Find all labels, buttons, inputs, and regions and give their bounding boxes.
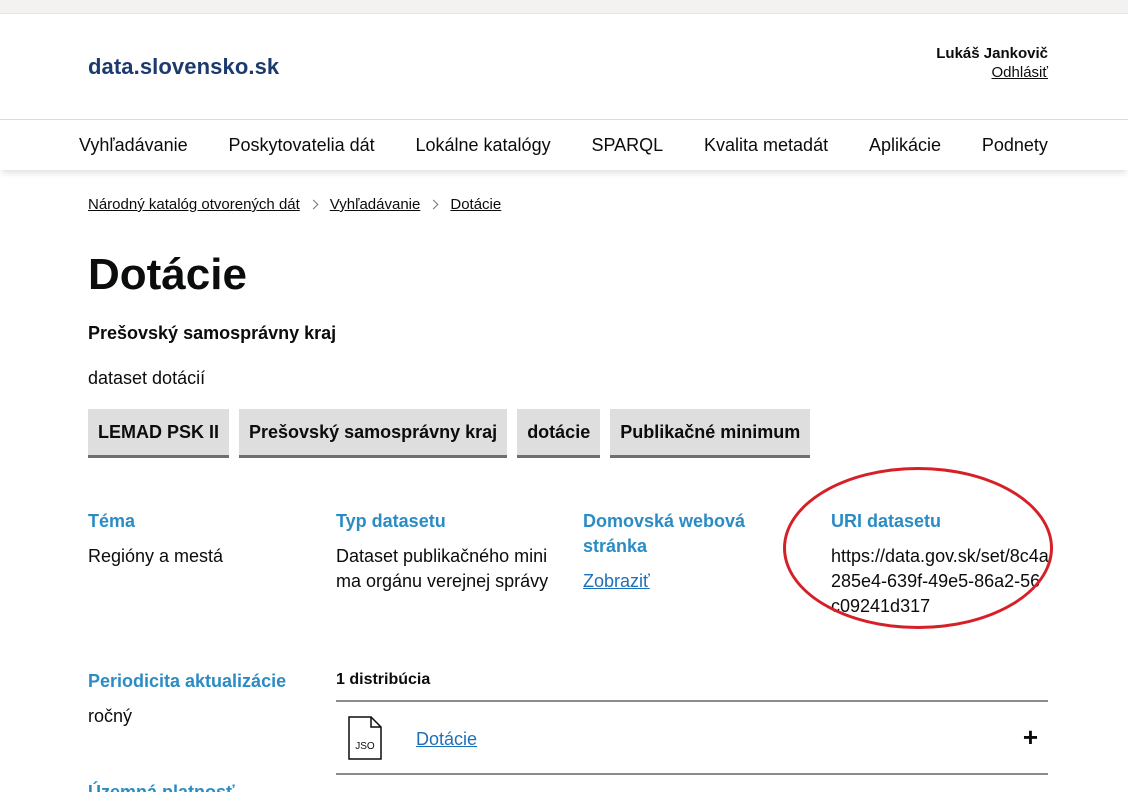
homepage-label: Domovská webová stránka xyxy=(583,511,746,556)
file-format-label: JSO xyxy=(355,741,375,752)
distribution-link[interactable]: Dotácie xyxy=(416,729,477,750)
nav-item-publishers[interactable]: Poskytovatelia dát xyxy=(229,135,375,156)
site-logo[interactable]: data.slovensko.sk xyxy=(88,54,279,80)
uri-label: URI datasetu xyxy=(831,511,942,531)
user-panel: Lukáš Jankovič Odhlásiť xyxy=(936,45,1048,81)
meta-homepage: Domovská webová stránka Zobraziť xyxy=(583,509,763,594)
uri-value: https://data.gov.sk/set/8c4a285e4-639f-4… xyxy=(831,546,1049,616)
dataset-description: dataset dotácií xyxy=(88,368,206,388)
tag[interactable]: LEMAD PSK II xyxy=(88,409,230,458)
breadcrumb: Národný katalóg otvorených dát Vyhľadáva… xyxy=(88,196,501,213)
meta-periodicity: Periodicita aktualizácie ročný xyxy=(88,669,308,729)
top-strip xyxy=(0,0,1128,14)
periodicity-value: ročný xyxy=(88,706,133,726)
json-file-icon: JSO xyxy=(348,716,382,760)
periodicity-label: Periodicita aktualizácie xyxy=(88,671,287,691)
main-nav: Vyhľadávanie Poskytovatelia dát Lokálne … xyxy=(0,121,1128,170)
dataset-type-value: Dataset publikačného minima orgánu verej… xyxy=(336,546,549,591)
nav-item-local-catalogs[interactable]: Lokálne katalógy xyxy=(415,135,550,156)
page-title: Dotácie xyxy=(88,250,247,299)
theme-value: Regióny a mestá xyxy=(88,546,224,566)
expand-plus-icon[interactable]: + xyxy=(1023,722,1038,752)
breadcrumb-item-catalog[interactable]: Národný katalóg otvorených dát xyxy=(88,196,300,213)
nav-item-metadata-quality[interactable]: Kvalita metadát xyxy=(704,135,828,156)
meta-dataset-type: Typ datasetu Dataset publikačného minima… xyxy=(336,509,558,594)
dataset-publisher: Prešovský samosprávny kraj xyxy=(88,323,337,343)
nav-item-search[interactable]: Vyhľadávanie xyxy=(79,135,188,156)
nav-item-suggestions[interactable]: Podnety xyxy=(982,135,1048,156)
territory-label: Územná platnosť xyxy=(88,782,235,792)
chevron-right-icon xyxy=(428,199,439,210)
nav-item-sparql[interactable]: SPARQL xyxy=(591,135,663,156)
chevron-right-icon xyxy=(308,199,319,210)
keyword-tags: LEMAD PSK II Prešovský samosprávny kraj … xyxy=(88,409,811,458)
nav-item-applications[interactable]: Aplikácie xyxy=(869,135,941,156)
distribution-count: 1 distribúcia xyxy=(336,671,431,688)
tag[interactable]: Publikačné minimum xyxy=(610,409,811,458)
theme-label: Téma xyxy=(88,511,136,531)
user-name: Lukáš Jankovič xyxy=(936,45,1048,62)
site-header: data.slovensko.sk Lukáš Jankovič Odhlási… xyxy=(0,14,1128,120)
meta-theme: Téma Regióny a mestá xyxy=(88,509,308,569)
tag[interactable]: dotácie xyxy=(517,409,601,458)
dataset-type-label: Typ datasetu xyxy=(336,511,446,531)
meta-uri: URI datasetu https://data.gov.sk/set/8c4… xyxy=(831,509,1051,619)
tag[interactable]: Prešovský samosprávny kraj xyxy=(239,409,508,458)
logout-link[interactable]: Odhlásiť xyxy=(936,64,1048,81)
distribution-row: JSO Dotácie + xyxy=(336,700,1048,775)
breadcrumb-item-search[interactable]: Vyhľadávanie xyxy=(330,196,421,213)
breadcrumb-item-current[interactable]: Dotácie xyxy=(450,196,501,213)
homepage-link[interactable]: Zobraziť xyxy=(583,569,763,594)
